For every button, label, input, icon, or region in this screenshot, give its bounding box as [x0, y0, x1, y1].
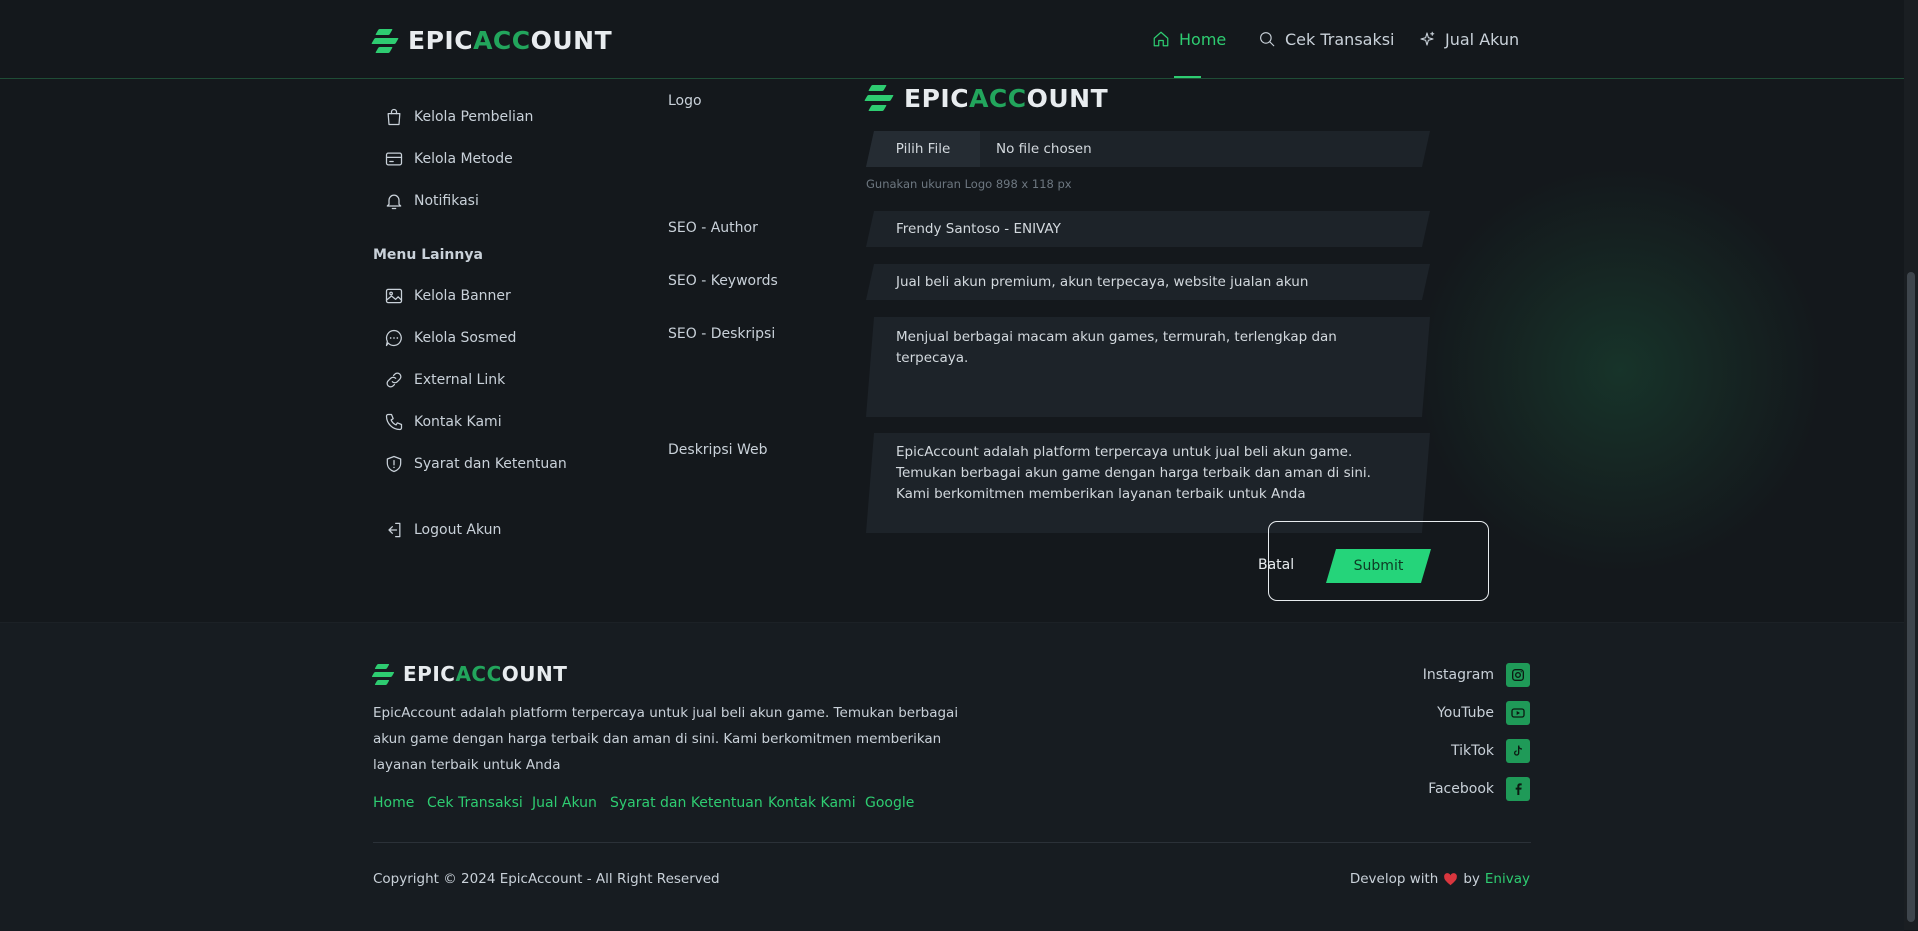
sidebar-item-label: Kontak Kami [414, 414, 502, 430]
social-label: Instagram [1422, 667, 1494, 683]
sidebar-item-label: Kelola Sosmed [414, 330, 517, 346]
image-icon [385, 288, 403, 304]
sidebar-section-title: Menu Lainnya [373, 247, 483, 263]
logo-file-input[interactable]: Pilih File No file chosen [866, 131, 1430, 167]
bell-icon [386, 194, 402, 210]
sidebar-item-kontak-kami[interactable]: Kontak Kami [384, 410, 502, 434]
phone-icon [385, 413, 403, 431]
sidebar-item-notifikasi[interactable]: Notifikasi [384, 189, 479, 213]
footer-link-kontak-kami[interactable]: Kontak Kami [768, 795, 856, 811]
logo-mark-icon [864, 83, 894, 113]
seo-keywords-input[interactable]: Jual beli akun premium, akun terpecaya, … [866, 264, 1430, 300]
sidebar-item-label: Kelola Metode [414, 151, 513, 167]
develop-prefix: Develop with [1349, 871, 1439, 887]
logo-mark-icon [371, 662, 395, 686]
develop-by: by [1463, 871, 1480, 887]
search-icon [1260, 32, 1275, 47]
sidebar-item-kelola-banner[interactable]: Kelola Banner [384, 284, 511, 308]
footer-link-syarat-ketentuan[interactable]: Syarat dan Ketentuan [610, 795, 763, 811]
choose-file-button[interactable]: Pilih File [866, 131, 980, 167]
facebook-icon [1506, 777, 1530, 801]
nav-cek-transaksi[interactable]: Cek Transaksi [1258, 0, 1395, 78]
credit-card-icon [385, 152, 403, 166]
sidebar-item-label: Syarat dan Ketentuan [414, 456, 567, 472]
copyright-text: Copyright © 2024 EpicAccount - All Right… [373, 871, 720, 887]
file-status: No file chosen [996, 141, 1092, 157]
footer-divider [373, 842, 1531, 843]
sidebar-item-kelola-sosmed[interactable]: Kelola Sosmed [384, 326, 516, 350]
social-label: TikTok [1451, 743, 1494, 759]
logo-preview: EPIC ACC OUNT [864, 83, 1108, 113]
developer-credit: Develop with by Enivay [1350, 871, 1530, 887]
instagram-icon [1506, 663, 1530, 687]
social-label: YouTube [1437, 705, 1494, 721]
seo-author-input[interactable]: Frendy Santoso - ENIVAY [866, 211, 1430, 247]
home-icon [1153, 31, 1169, 47]
logout-button[interactable]: Logout Akun [384, 518, 501, 542]
link-icon [386, 372, 402, 388]
logo-mark-icon [371, 27, 399, 55]
shopping-bag-icon [387, 108, 401, 126]
web-desc-textarea[interactable]: EpicAccount adalah platform terpercaya u… [866, 433, 1430, 533]
background-glow [1420, 170, 1820, 570]
page-scrollbar[interactable] [1904, 0, 1918, 930]
sidebar-item-label: Kelola Pembelian [414, 109, 534, 125]
heart-icon [1444, 873, 1458, 886]
seo-desc-textarea[interactable]: Menjual berbagai macam akun games, termu… [866, 317, 1430, 417]
footer-logo[interactable]: EPIC ACC OUNT [371, 662, 567, 686]
sparkle-icon [1420, 31, 1435, 46]
seo-desc-label: SEO - Deskripsi [668, 326, 776, 342]
submit-button[interactable]: Submit [1326, 549, 1431, 583]
sidebar-item-kelola-pembelian[interactable]: Kelola Pembelian [384, 105, 533, 129]
shield-icon [386, 455, 402, 473]
logout-label: Logout Akun [414, 522, 502, 538]
seo-author-label: SEO - Author [668, 220, 758, 236]
cancel-button[interactable]: Batal [1258, 557, 1294, 573]
footer-link-jual-akun[interactable]: Jual Akun [532, 795, 597, 811]
sidebar-item-syarat-ketentuan[interactable]: Syarat dan Ketentuan [384, 452, 567, 476]
footer-link-google[interactable]: Google [865, 795, 914, 811]
sidebar-item-label: Notifikasi [414, 193, 479, 209]
youtube-icon [1506, 701, 1530, 725]
seo-keywords-label: SEO - Keywords [668, 273, 778, 289]
developer-link[interactable]: Enivay [1485, 871, 1530, 887]
sidebar-item-label: External Link [414, 372, 506, 388]
scrollbar-thumb[interactable] [1907, 272, 1915, 922]
social-facebook[interactable]: Facebook [1428, 777, 1530, 801]
nav-jual-akun[interactable]: Jual Akun [1418, 0, 1519, 78]
footer-description: EpicAccount adalah platform terpercaya u… [373, 705, 959, 773]
nav-active-indicator [1174, 76, 1201, 78]
footer-link-home[interactable]: Home [373, 795, 414, 811]
footer-link-cek-transaksi[interactable]: Cek Transaksi [427, 795, 523, 811]
tiktok-icon [1506, 739, 1530, 763]
logo-hint: Gunakan ukuran Logo 898 x 118 px [866, 177, 1072, 191]
logout-icon [388, 522, 401, 538]
social-youtube[interactable]: YouTube [1437, 701, 1530, 725]
top-navbar: EPIC ACC OUNT Home Cek Transaksi Jual Aku… [0, 0, 1904, 79]
social-tiktok[interactable]: TikTok [1451, 739, 1530, 763]
logo-label: Logo [668, 93, 702, 109]
chat-icon [385, 329, 402, 347]
sidebar-item-external-link[interactable]: External Link [384, 368, 505, 392]
social-label: Facebook [1428, 781, 1494, 797]
nav-home[interactable]: Home [1152, 0, 1226, 78]
social-instagram[interactable]: Instagram [1423, 663, 1530, 687]
web-desc-label: Deskripsi Web [668, 442, 768, 458]
brand-logo[interactable]: EPIC ACC OUNT [371, 26, 612, 55]
sidebar-item-kelola-metode[interactable]: Kelola Metode [384, 147, 513, 171]
sidebar-item-label: Kelola Banner [414, 288, 511, 304]
